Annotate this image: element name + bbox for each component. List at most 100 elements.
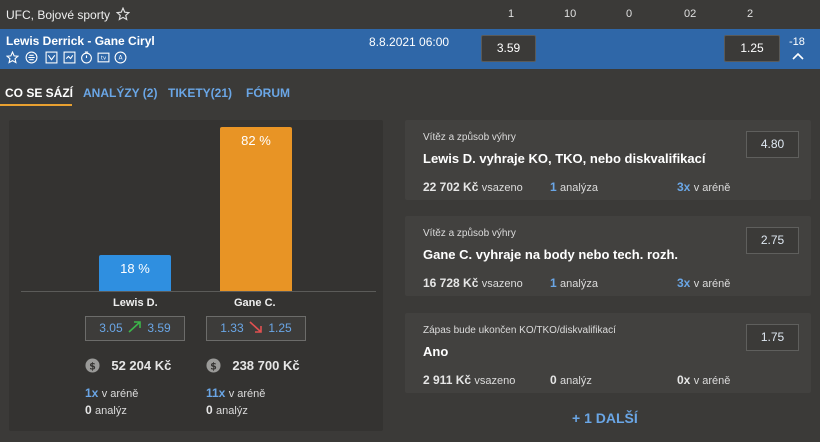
market-arena-count: 0x (677, 373, 691, 387)
market-amount-label: vsazeno (474, 375, 516, 387)
home-wagered: $ 52 204 Kč (85, 358, 171, 373)
market-odds-button[interactable]: 4.80 (746, 131, 799, 158)
stats-icon[interactable] (63, 51, 76, 64)
away-wagered: $ 238 700 Kč (206, 358, 300, 373)
away-odds-open: 1.33 (220, 321, 244, 335)
market-card[interactable]: Vítěz a způsob výhry Lewis D. vyhraje KO… (405, 120, 811, 200)
market-odds-button[interactable]: 2.75 (746, 227, 799, 254)
home-percent-label: 18 % (120, 261, 150, 276)
star-icon[interactable] (116, 6, 131, 21)
market-arena-count: 3x (677, 180, 691, 194)
market-amount-label: vsazeno (481, 182, 523, 194)
home-analyses-count: 0 (85, 403, 92, 417)
tab-forum[interactable]: FÓRUM (246, 86, 290, 100)
home-odds-now: 3.59 (147, 321, 171, 335)
away-analyses-label: analýz (216, 405, 248, 417)
market-analyses[interactable]: 1 analýza (550, 276, 598, 290)
market-selection: Gane C. vyhraje na body nebo tech. rozh. (423, 247, 678, 262)
away-percent-bar: 82 % (220, 127, 292, 291)
trend-down-icon (249, 321, 262, 333)
show-more-link[interactable]: + 1 DALŠÍ (572, 410, 638, 426)
svg-text:tv: tv (101, 56, 107, 62)
sport-title[interactable]: UFC, Bojové sporty (6, 6, 131, 22)
market-card[interactable]: Zápas bude ukončen KO/TKO/diskvalifikací… (405, 313, 811, 393)
more-markets-count[interactable]: -18 (789, 36, 805, 48)
chart-baseline (21, 291, 376, 292)
market-arena[interactable]: 3x v aréně (677, 180, 730, 194)
market-selection: Ano (423, 344, 449, 359)
home-odds-change: 3.05 3.59 (85, 316, 185, 341)
away-analyses[interactable]: 0 analýz (206, 403, 248, 417)
home-fighter-name: Lewis D. (113, 297, 158, 309)
market-amount: 22 702 Kč vsazeno (423, 180, 523, 194)
active-tab-indicator (0, 104, 72, 106)
home-arena-label: v aréně (101, 388, 139, 400)
market-analyses-count: 1 (550, 276, 557, 290)
market-type: Zápas bude ukončen KO/TKO/diskvalifikací (423, 325, 616, 336)
col-header-10: 10 (564, 8, 577, 20)
home-arena[interactable]: 1x v aréně (85, 386, 138, 400)
market-type: Vítěz a způsob výhry (423, 132, 516, 143)
home-odds-open: 3.05 (99, 321, 123, 335)
market-odds-button[interactable]: 1.75 (746, 324, 799, 351)
market-card[interactable]: Vítěz a způsob výhry Gane C. vyhraje na … (405, 216, 811, 296)
trend-up-icon (128, 321, 141, 333)
sport-title-label: UFC, Bojové sporty (6, 8, 111, 22)
chevron-up-icon[interactable] (791, 51, 805, 61)
tab-tikety[interactable]: TIKETY(21) (168, 86, 232, 100)
star-icon[interactable] (6, 51, 19, 64)
coin-icon: $ (206, 358, 221, 373)
home-arena-count: 1x (85, 386, 99, 400)
match-datetime: 8.8.2021 06:00 (369, 35, 450, 49)
market-amount-value: 22 702 Kč (423, 180, 479, 194)
odds-home-button[interactable]: 3.59 (481, 35, 536, 62)
col-header-1: 1 (508, 8, 515, 20)
market-amount: 16 728 Kč vsazeno (423, 276, 523, 290)
market-arena-label: v aréně (693, 375, 731, 387)
svg-text:$: $ (210, 361, 217, 372)
away-percent-label: 82 % (241, 133, 271, 148)
market-arena-label: v aréně (693, 278, 731, 290)
match-row[interactable]: Lewis Derrick - Gane Ciryl tv A 8.8.2021… (0, 29, 820, 69)
tab-co-se-sazi[interactable]: CO SE SÁZÍ (5, 86, 73, 100)
market-amount-label: vsazeno (481, 278, 523, 290)
timer-icon[interactable] (80, 51, 93, 64)
market-amount: 2 911 Kč vsazeno (423, 373, 515, 387)
home-wagered-amount: 52 204 Kč (111, 358, 172, 373)
away-odds-change: 1.33 1.25 (206, 316, 306, 341)
tv-icon[interactable]: tv (97, 51, 110, 64)
market-amount-value: 16 728 Kč (423, 276, 479, 290)
home-percent-bar: 18 % (99, 255, 171, 291)
svg-text:A: A (118, 55, 123, 62)
market-analyses[interactable]: 1 analýza (550, 180, 598, 194)
home-analyses[interactable]: 0 analýz (85, 403, 127, 417)
away-arena-label: v aréně (228, 388, 266, 400)
market-analyses-label: analýza (560, 278, 598, 290)
home-analyses-label: analýz (95, 405, 127, 417)
away-wagered-amount: 238 700 Kč (232, 358, 300, 373)
odds-away-button[interactable]: 1.25 (724, 35, 780, 62)
match-name[interactable]: Lewis Derrick - Gane Ciryl (6, 34, 155, 48)
col-header-0: 0 (626, 8, 633, 20)
market-arena[interactable]: 3x v aréně (677, 276, 730, 290)
away-analyses-count: 0 (206, 403, 213, 417)
tab-analyzy[interactable]: ANALÝZY (2) (83, 86, 157, 100)
market-arena-count: 3x (677, 276, 691, 290)
market-amount-value: 2 911 Kč (423, 373, 472, 387)
stats-icon[interactable] (45, 51, 58, 64)
market-analyses-count: 1 (550, 180, 557, 194)
market-arena-label: v aréně (693, 182, 731, 194)
market-arena[interactable]: 0x v aréně (677, 373, 730, 387)
col-header-02: 02 (684, 8, 697, 20)
market-analyses-count: 0 (550, 373, 557, 387)
svg-text:$: $ (89, 361, 96, 372)
analysis-icon[interactable]: A (114, 51, 127, 64)
mma-icon (25, 51, 38, 64)
away-odds-now: 1.25 (268, 321, 292, 335)
market-analyses[interactable]: 0 analýz (550, 373, 592, 387)
market-type: Vítěz a způsob výhry (423, 228, 516, 239)
market-selection: Lewis D. vyhraje KO, TKO, nebo diskvalif… (423, 151, 706, 166)
away-arena[interactable]: 11x v aréně (206, 386, 265, 400)
market-analyses-label: analýz (560, 375, 592, 387)
away-arena-count: 11x (206, 386, 226, 400)
